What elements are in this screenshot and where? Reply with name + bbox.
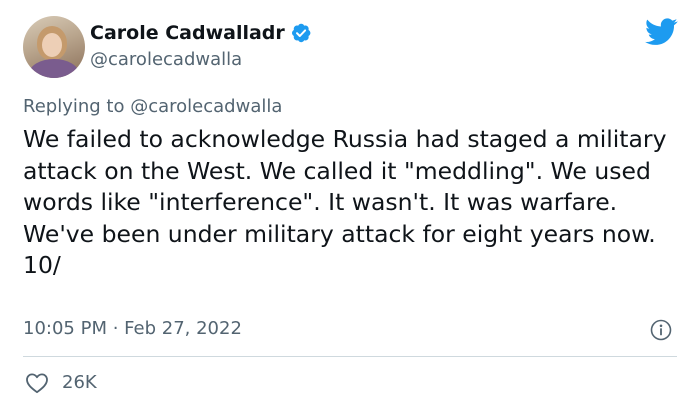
info-icon[interactable] [650, 319, 672, 341]
author-handle[interactable]: @carolecadwalla [90, 49, 242, 71]
tweet-timestamp[interactable]: 10:05 PM · Feb 27, 2022 [23, 317, 242, 341]
avatar[interactable] [23, 16, 85, 78]
tweet-text: We failed to acknowledge Russia had stag… [23, 125, 667, 279]
replying-to-prefix: Replying to [23, 96, 125, 117]
reply-mention-link[interactable]: @carolecadwalla [130, 96, 282, 117]
like-button[interactable]: 26K [25, 371, 97, 395]
author-name-row[interactable]: Carole Cadwalladr [90, 21, 312, 45]
verified-badge-icon [291, 23, 311, 43]
author-display-name[interactable]: Carole Cadwalladr [90, 21, 285, 45]
like-count: 26K [62, 372, 97, 393]
twitter-bird-icon[interactable] [645, 18, 678, 46]
heart-icon [26, 373, 48, 394]
tweet-card: Carole Cadwalladr @carolecadwalla Replyi… [0, 0, 700, 410]
replying-to-line: Replying to @carolecadwalla [23, 95, 282, 119]
avatar-face [42, 33, 62, 57]
avatar-body [29, 59, 79, 78]
divider [23, 356, 677, 357]
